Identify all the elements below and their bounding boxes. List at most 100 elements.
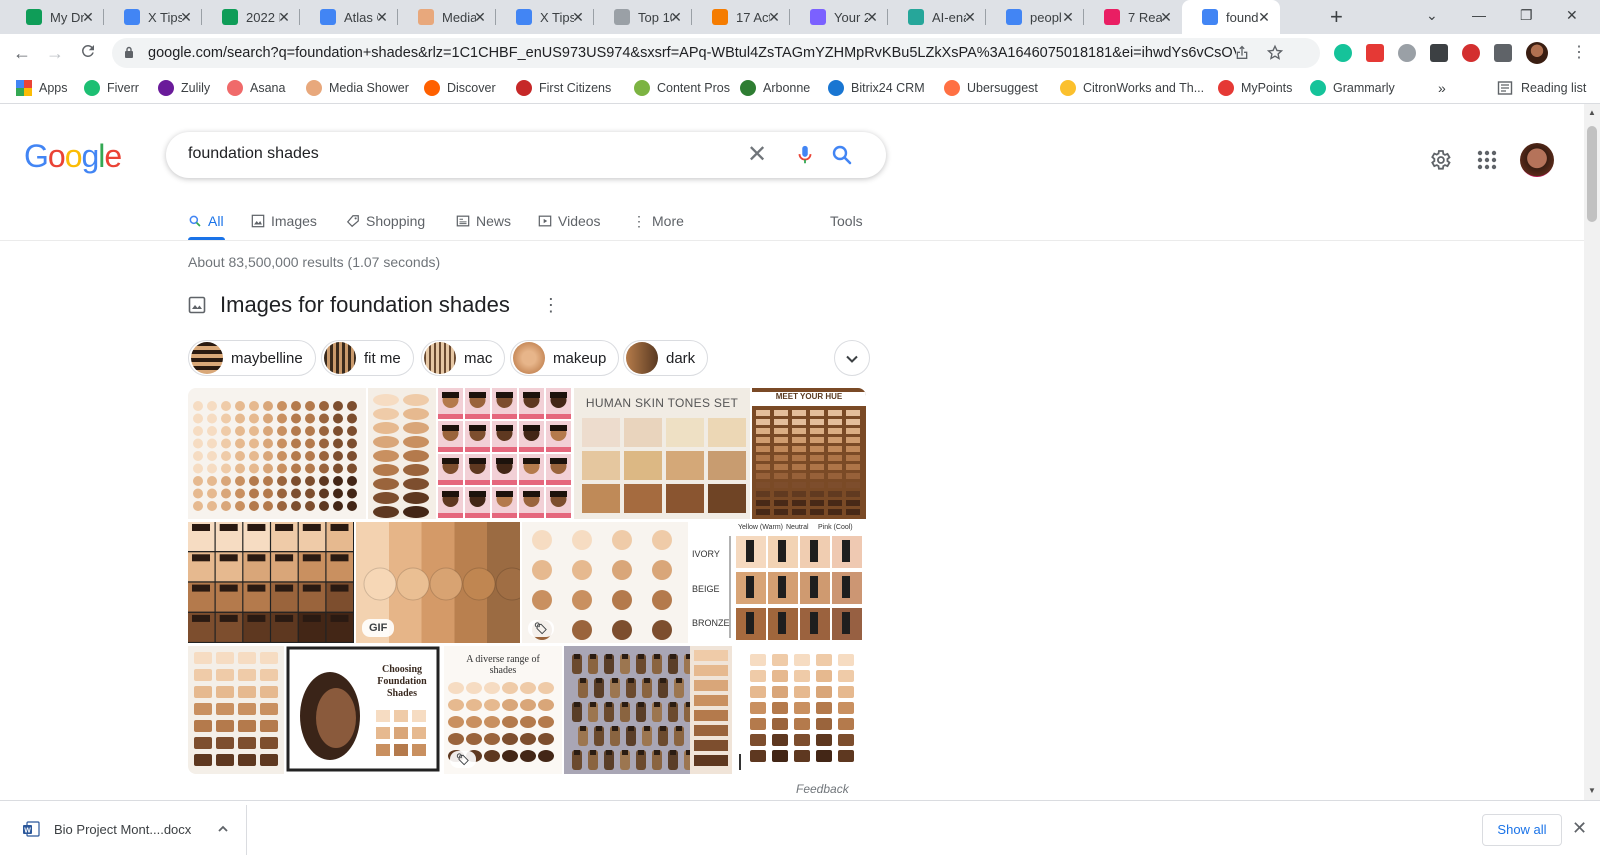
browser-tab[interactable]: Top 10✕	[594, 0, 692, 34]
image-result-meet-your-hue[interactable]: MEET YOUR HUE	[752, 388, 866, 519]
reading-list-button[interactable]: Reading list	[1497, 79, 1586, 97]
close-download-shelf-icon[interactable]: ✕	[1572, 818, 1587, 839]
chevron-up-icon[interactable]	[216, 822, 230, 836]
settings-gear-icon[interactable]	[1428, 148, 1452, 172]
image-result-faces[interactable]	[438, 388, 572, 519]
close-tab-icon[interactable]: ✕	[472, 9, 488, 25]
browser-tab[interactable]: 2022 I ✕	[202, 0, 300, 34]
browser-tab[interactable]: found ✕	[1182, 0, 1280, 34]
browser-tab[interactable]: My Dr ✕	[6, 0, 104, 34]
reload-button[interactable]	[77, 42, 99, 64]
new-tab-button[interactable]: +	[1330, 4, 1343, 30]
tab-shopping[interactable]: Shopping	[346, 210, 425, 232]
browser-tab[interactable]: 17 Act ✕	[692, 0, 790, 34]
bookmark-fiverr[interactable]: Fiverr	[84, 79, 139, 97]
chip-maybelline[interactable]: maybelline	[188, 340, 316, 376]
scroll-up-arrow-icon[interactable]: ▲	[1588, 108, 1596, 117]
google-logo[interactable]: Google	[24, 138, 122, 175]
browser-tab[interactable]: Atlas C✕	[300, 0, 398, 34]
browser-tab[interactable]: peopl ✕	[986, 0, 1084, 34]
close-tab-icon[interactable]: ✕	[1060, 9, 1076, 25]
forward-button[interactable]: →	[44, 42, 66, 64]
restore-window-icon[interactable]: ❐	[1520, 7, 1533, 24]
bookmark-asana[interactable]: Asana	[227, 79, 285, 97]
tab-images[interactable]: Images	[251, 210, 317, 232]
image-result-powder-swatches[interactable]: 🏷	[522, 522, 688, 643]
clear-search-icon[interactable]: ✕	[744, 142, 770, 168]
account-avatar[interactable]	[1520, 143, 1554, 177]
bookmark-arbonne[interactable]: Arbonne	[740, 79, 810, 97]
bookmark-first-citizens[interactable]: First Citizens	[516, 79, 611, 97]
browser-tab[interactable]: Media ✕	[398, 0, 496, 34]
lastpass-extension-icon[interactable]	[1462, 44, 1480, 62]
bookmark-media-shower[interactable]: Media Shower	[306, 79, 409, 97]
tab-search-chevron-icon[interactable]: ⌄	[1426, 7, 1438, 24]
close-tab-icon[interactable]: ✕	[374, 9, 390, 25]
bookmark-discover[interactable]: Discover	[424, 79, 496, 97]
image-result-swatches[interactable]	[368, 388, 436, 519]
image-result-undertone-chart[interactable]: IVORY BEIGE BRONZE Yellow (Warm) Neutral…	[690, 522, 866, 643]
bookmark-mypoints[interactable]: MyPoints	[1218, 79, 1292, 97]
tab-all[interactable]: All	[188, 210, 224, 232]
search-input[interactable]: foundation shades	[188, 145, 319, 163]
download-item[interactable]: W Bio Project Mont....docx	[14, 809, 246, 849]
search-box[interactable]: foundation shades ✕	[166, 132, 886, 178]
chip-fit-me[interactable]: fit me	[321, 340, 414, 376]
close-tab-icon[interactable]: ✕	[766, 9, 782, 25]
google-apps-icon[interactable]	[1477, 150, 1497, 170]
browser-tab[interactable]: AI-ena✕	[888, 0, 986, 34]
bookmarks-overflow-button[interactable]: »	[1438, 79, 1446, 97]
close-tab-icon[interactable]: ✕	[1256, 9, 1272, 25]
profile-avatar[interactable]	[1526, 42, 1548, 64]
bookmark-ubersuggest[interactable]: Ubersuggest	[944, 79, 1038, 97]
scrollbar-thumb[interactable]	[1587, 126, 1597, 222]
close-tab-icon[interactable]: ✕	[864, 9, 880, 25]
extensions-puzzle-icon[interactable]	[1494, 44, 1512, 62]
close-tab-icon[interactable]: ✕	[1158, 9, 1174, 25]
chips-expand-button[interactable]	[834, 340, 870, 376]
close-tab-icon[interactable]: ✕	[276, 9, 292, 25]
close-tab-icon[interactable]: ✕	[80, 9, 96, 25]
tools-button[interactable]: Tools	[830, 210, 863, 232]
bookmark-star-icon[interactable]	[1266, 44, 1284, 62]
image-result-complexion-chart[interactable]	[188, 388, 366, 519]
close-window-icon[interactable]: ✕	[1566, 7, 1578, 24]
close-tab-icon[interactable]: ✕	[668, 9, 684, 25]
image-result-gif-swatches[interactable]: GIF	[356, 522, 520, 643]
image-result-model-grid[interactable]	[188, 522, 354, 643]
voice-search-icon[interactable]	[794, 144, 816, 166]
chip-mac[interactable]: mac	[421, 340, 506, 376]
bookmark-grammarly[interactable]: Grammarly	[1310, 79, 1395, 97]
skype-extension-icon[interactable]	[1398, 44, 1416, 62]
chip-makeup[interactable]: makeup	[510, 340, 620, 376]
close-tab-icon[interactable]: ✕	[178, 9, 194, 25]
bookmark-apps[interactable]: Apps	[16, 79, 68, 97]
tab-more[interactable]: ⋮ More	[632, 210, 684, 232]
images-more-options-icon[interactable]: ⋮	[542, 296, 560, 314]
browser-tab[interactable]: X Tips ✕	[496, 0, 594, 34]
browser-tab[interactable]: Your 2 ✕	[790, 0, 888, 34]
close-tab-icon[interactable]: ✕	[570, 9, 586, 25]
page-scrollbar[interactable]: ▲ ▼	[1584, 104, 1600, 800]
search-icon[interactable]	[830, 143, 854, 167]
chrome-menu-icon[interactable]: ⋮	[1568, 42, 1590, 64]
close-tab-icon[interactable]: ✕	[962, 9, 978, 25]
minimize-window-icon[interactable]: —	[1472, 7, 1486, 23]
tab-news[interactable]: News	[456, 210, 511, 232]
share-icon[interactable]	[1234, 45, 1250, 61]
back-button[interactable]: ←	[11, 42, 33, 64]
pocket-extension-icon[interactable]	[1366, 44, 1384, 62]
image-result-choosing-foundation[interactable]: Choosing Foundation Shades	[286, 646, 442, 774]
bookmark-zulily[interactable]: Zulily	[158, 79, 210, 97]
image-result-tone-chart[interactable]	[734, 646, 866, 774]
bookmark-bitrix24-crm[interactable]: Bitrix24 CRM	[828, 79, 925, 97]
image-result-bottles[interactable]	[564, 646, 732, 774]
tab-videos[interactable]: Videos	[538, 210, 601, 232]
image-result-color-chips[interactable]	[188, 646, 284, 774]
m-extension-icon[interactable]	[1430, 44, 1448, 62]
bookmark-content-pros[interactable]: Content Pros	[634, 79, 730, 97]
image-result-diverse-range[interactable]: A diverse range of shades 🏷	[444, 646, 562, 774]
browser-tab[interactable]: X Tips ✕	[104, 0, 202, 34]
show-all-downloads-button[interactable]: Show all	[1482, 814, 1562, 846]
scroll-down-arrow-icon[interactable]: ▼	[1588, 786, 1596, 795]
